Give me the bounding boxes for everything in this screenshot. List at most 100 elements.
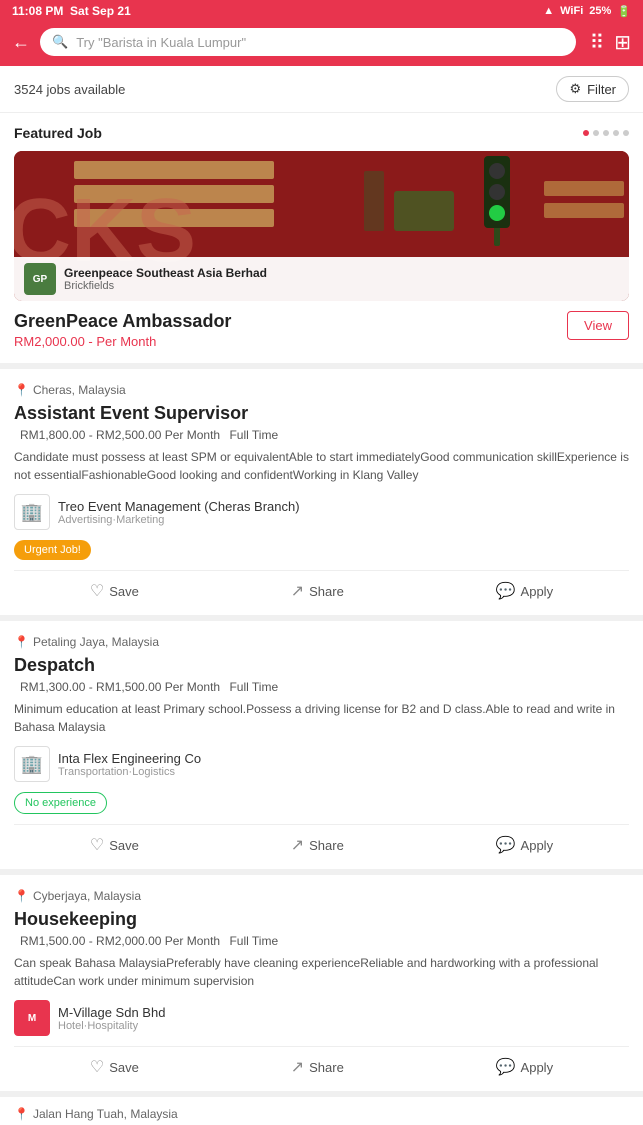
apply-label-1: Apply <box>521 838 554 853</box>
partial-location-text: Jalan Hang Tuah, Malaysia <box>33 1107 178 1121</box>
job-meta-1: RM1,300.00 - RM1,500.00 Per Month Full T… <box>14 680 629 694</box>
search-input[interactable]: Try "Barista in Kuala Lumpur" <box>76 35 246 50</box>
featured-job-info: GreenPeace Ambassador RM2,000.00 - Per M… <box>14 311 231 349</box>
search-input-wrapper[interactable]: 🔍 Try "Barista in Kuala Lumpur" <box>40 28 576 56</box>
share-label-1: Share <box>309 838 344 853</box>
company-row-0: 🏢 Treo Event Management (Cheras Branch) … <box>14 494 629 530</box>
battery-icon: 🔋 <box>617 5 631 18</box>
featured-company-logo: GP <box>24 263 56 295</box>
company-logo-0: 🏢 <box>14 494 50 530</box>
action-row-1: ♡ Save ↗ Share 💬 Apply <box>14 824 629 855</box>
back-button[interactable]: ← <box>12 32 30 53</box>
job-salary-0: RM1,800.00 - RM2,500.00 Per Month <box>20 428 220 442</box>
job-type-0: Full Time <box>229 428 278 442</box>
filter-button[interactable]: ⚙ Filter <box>556 76 629 102</box>
status-time: 11:08 PM Sat Sep 21 <box>12 4 131 18</box>
signal-icon: ▲ <box>543 5 554 17</box>
apply-label-2: Apply <box>521 1060 554 1075</box>
featured-label: Featured Job <box>14 125 102 141</box>
carousel-dots <box>583 130 629 136</box>
job-badge-1: No experience <box>14 792 107 814</box>
company-details-2: M-Village Sdn Bhd Hotel·Hospitality <box>58 1005 165 1032</box>
featured-job-title: GreenPeace Ambassador <box>14 311 231 332</box>
company-name-1: Inta Flex Engineering Co <box>58 751 201 766</box>
job-card-0: 📍 Cheras, Malaysia Assistant Event Super… <box>0 369 643 621</box>
job-salary-1: RM1,300.00 - RM1,500.00 Per Month <box>20 680 220 694</box>
jobs-count: 3524 jobs available <box>14 82 125 97</box>
job-location-text-2: Cyberjaya, Malaysia <box>33 889 141 903</box>
featured-company-info: Greenpeace Southeast Asia Berhad Brickfi… <box>64 266 267 292</box>
featured-company-location: Brickfields <box>64 280 267 292</box>
status-bar: 11:08 PM Sat Sep 21 ▲ WiFi 25% 🔋 <box>0 0 643 22</box>
job-card-2: 📍 Cyberjaya, Malaysia Housekeeping RM1,5… <box>0 875 643 1097</box>
job-location-text-0: Cheras, Malaysia <box>33 383 126 397</box>
company-category-1: Transportation·Logistics <box>58 766 201 778</box>
heart-icon-2: ♡ <box>90 1057 104 1077</box>
featured-company-name: Greenpeace Southeast Asia Berhad <box>64 266 267 280</box>
apply-button-0[interactable]: 💬 Apply <box>496 581 553 601</box>
job-meta-0: RM1,800.00 - RM2,500.00 Per Month Full T… <box>14 428 629 442</box>
view-button[interactable]: View <box>567 311 629 340</box>
heart-icon-1: ♡ <box>90 835 104 855</box>
battery-percent: 25% <box>589 5 611 17</box>
partial-location-pin: 📍 <box>14 1107 29 1121</box>
job-salary-2: RM1,500.00 - RM2,000.00 Per Month <box>20 934 220 948</box>
share-icon: ↗ <box>291 581 304 601</box>
company-logo-2: M <box>14 1000 50 1036</box>
jobs-header: 3524 jobs available ⚙ Filter <box>0 66 643 113</box>
action-row-0: ♡ Save ↗ Share 💬 Apply <box>14 570 629 601</box>
apply-icon-2: 💬 <box>496 1057 516 1077</box>
share-button-1[interactable]: ↗ Share <box>291 835 344 855</box>
company-logo-1: 🏢 <box>14 746 50 782</box>
company-category-0: Advertising·Marketing <box>58 514 300 526</box>
dot-3 <box>603 130 609 136</box>
dot-4 <box>613 130 619 136</box>
apply-label-0: Apply <box>521 584 554 599</box>
save-button-2[interactable]: ♡ Save <box>90 1057 139 1077</box>
job-type-1: Full Time <box>229 680 278 694</box>
job-type-2: Full Time <box>229 934 278 948</box>
share-label-2: Share <box>309 1060 344 1075</box>
job-title-2[interactable]: Housekeeping <box>14 909 629 930</box>
job-location-2: 📍 Cyberjaya, Malaysia <box>14 889 629 903</box>
job-title-0[interactable]: Assistant Event Supervisor <box>14 403 629 424</box>
share-button-2[interactable]: ↗ Share <box>291 1057 344 1077</box>
save-label-2: Save <box>109 1060 139 1075</box>
share-button-0[interactable]: ↗ Share <box>291 581 344 601</box>
company-name-2: M-Village Sdn Bhd <box>58 1005 165 1020</box>
company-row-2: M M-Village Sdn Bhd Hotel·Hospitality <box>14 1000 629 1036</box>
apply-button-2[interactable]: 💬 Apply <box>496 1057 553 1077</box>
job-title-1[interactable]: Despatch <box>14 655 629 676</box>
featured-banner[interactable]: CKS GP Greenpeace Southeast Asia Berhad … <box>14 151 629 301</box>
company-details-0: Treo Event Management (Cheras Branch) Ad… <box>58 499 300 526</box>
scan-icon[interactable]: ⊞ <box>614 30 631 55</box>
qr-icon[interactable]: ⠿ <box>590 30 605 55</box>
job-badge-0: Urgent Job! <box>14 540 91 560</box>
save-button-1[interactable]: ♡ Save <box>90 835 139 855</box>
save-button-0[interactable]: ♡ Save <box>90 581 139 601</box>
save-label-0: Save <box>109 584 139 599</box>
share-icon-2: ↗ <box>291 1057 304 1077</box>
apply-icon-1: 💬 <box>496 835 516 855</box>
featured-section: Featured Job CKS <box>0 113 643 301</box>
search-icon: 🔍 <box>52 34 68 50</box>
job-location-text-1: Petaling Jaya, Malaysia <box>33 635 159 649</box>
apply-button-1[interactable]: 💬 Apply <box>496 835 553 855</box>
featured-header: Featured Job <box>14 125 629 141</box>
status-icons: ▲ WiFi 25% 🔋 <box>543 5 631 18</box>
filter-icon: ⚙ <box>569 81 581 97</box>
job-meta-2: RM1,500.00 - RM2,000.00 Per Month Full T… <box>14 934 629 948</box>
company-details-1: Inta Flex Engineering Co Transportation·… <box>58 751 201 778</box>
action-row-2: ♡ Save ↗ Share 💬 Apply <box>14 1046 629 1077</box>
company-row-1: 🏢 Inta Flex Engineering Co Transportatio… <box>14 746 629 782</box>
partial-job-location: 📍 Jalan Hang Tuah, Malaysia <box>0 1097 643 1125</box>
share-label-0: Share <box>309 584 344 599</box>
location-pin-icon-1: 📍 <box>14 635 29 649</box>
location-pin-icon: 📍 <box>14 383 29 397</box>
job-location-1: 📍 Petaling Jaya, Malaysia <box>14 635 629 649</box>
dot-5 <box>623 130 629 136</box>
featured-job-card: GreenPeace Ambassador RM2,000.00 - Per M… <box>0 301 643 369</box>
featured-job-salary: RM2,000.00 - Per Month <box>14 334 231 349</box>
filter-label: Filter <box>587 82 616 97</box>
job-description-2: Can speak Bahasa MalaysiaPreferably have… <box>14 954 629 990</box>
